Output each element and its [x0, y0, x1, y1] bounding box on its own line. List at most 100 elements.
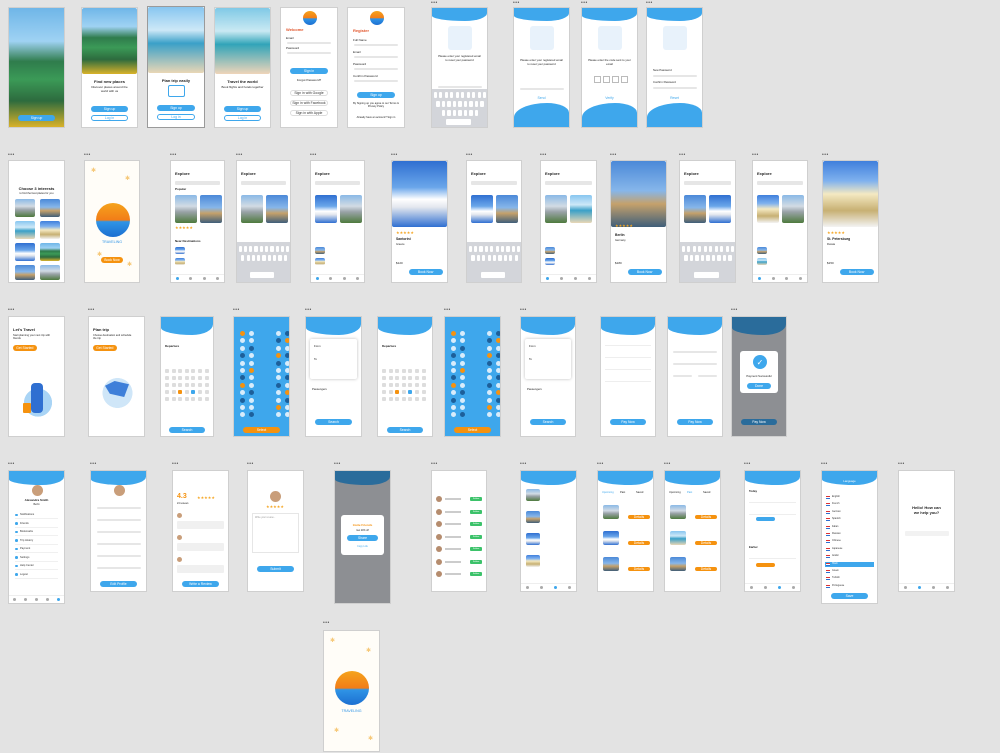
trip-thumb[interactable] — [670, 531, 686, 545]
calendar-day[interactable] — [382, 390, 386, 394]
calendar-day[interactable] — [408, 369, 413, 373]
near-thumb[interactable] — [545, 247, 555, 254]
keyboard[interactable] — [467, 242, 521, 282]
calendar-day[interactable] — [388, 369, 393, 373]
calendar-day[interactable] — [198, 369, 202, 373]
seat[interactable] — [496, 368, 500, 373]
seat[interactable] — [451, 375, 456, 381]
seat[interactable] — [496, 412, 500, 418]
trip-thumb[interactable] — [603, 531, 619, 545]
calendar-day[interactable] — [165, 376, 169, 380]
search-icon[interactable] — [771, 277, 775, 280]
seat[interactable] — [487, 412, 492, 418]
trip-details-button[interactable]: Details — [628, 567, 650, 571]
seat[interactable] — [276, 412, 281, 418]
signin-link[interactable]: Already have an account? Sign in — [348, 116, 404, 119]
frame-menu-icon[interactable]: ••• — [170, 152, 177, 158]
calendar-day[interactable] — [204, 397, 209, 401]
calendar-day[interactable] — [395, 397, 400, 401]
profile-menu-item[interactable]: Help Center — [15, 564, 58, 570]
cvv-field[interactable] — [697, 375, 717, 377]
calendar-day[interactable] — [171, 397, 176, 401]
seat[interactable] — [249, 338, 254, 344]
seat[interactable] — [240, 382, 245, 388]
language-item[interactable]: Greek — [825, 569, 874, 575]
seat[interactable] — [249, 353, 254, 359]
calendar-day[interactable] — [178, 390, 183, 394]
heart-icon[interactable] — [573, 277, 577, 280]
seat[interactable] — [487, 405, 492, 410]
seat[interactable] — [460, 345, 465, 351]
calendar-day[interactable] — [408, 376, 413, 380]
seat[interactable] — [285, 397, 289, 403]
frame-menu-icon[interactable]: ••• — [334, 461, 341, 467]
avatar[interactable] — [114, 485, 125, 496]
rating-stars-icon[interactable]: ★★★★★ — [266, 504, 284, 509]
frame-menu-icon[interactable]: ••• — [8, 307, 15, 313]
seat[interactable] — [460, 375, 465, 381]
seat[interactable] — [276, 382, 281, 388]
frame-menu-icon[interactable]: ••• — [233, 307, 240, 313]
seat[interactable] — [451, 345, 456, 351]
seat[interactable] — [276, 405, 281, 410]
calendar-day[interactable] — [395, 383, 400, 387]
calendar-day[interactable] — [415, 369, 419, 373]
seat[interactable] — [249, 382, 254, 388]
calendar-day[interactable] — [395, 369, 400, 373]
email-field[interactable] — [286, 42, 332, 44]
frame-menu-icon[interactable]: ••• — [431, 461, 438, 467]
avatar[interactable] — [32, 485, 43, 496]
saved-thumb[interactable] — [526, 555, 540, 567]
language-item[interactable]: French — [825, 502, 874, 508]
seat[interactable] — [276, 338, 281, 344]
profile-menu-item[interactable]: Notifications — [15, 513, 58, 519]
calendar-day[interactable] — [415, 390, 419, 394]
calendar-day[interactable] — [401, 376, 406, 380]
code-digit-4[interactable] — [621, 76, 628, 83]
calendar-day[interactable] — [178, 383, 183, 387]
trip-thumb[interactable] — [670, 557, 686, 571]
seat[interactable] — [451, 382, 456, 388]
calendar-day[interactable] — [421, 390, 426, 394]
seat[interactable] — [285, 375, 289, 381]
home-icon[interactable] — [13, 598, 16, 601]
seat[interactable] — [487, 338, 492, 344]
calendar-day[interactable] — [204, 376, 209, 380]
seat[interactable] — [249, 390, 254, 396]
card-name-field[interactable] — [673, 363, 717, 365]
calendar-day[interactable] — [401, 397, 406, 401]
language-item[interactable]: English — [825, 495, 874, 501]
frame-menu-icon[interactable]: ••• — [88, 307, 95, 313]
seat[interactable] — [487, 360, 492, 366]
seat[interactable] — [276, 353, 281, 359]
trip-thumb[interactable] — [603, 505, 619, 519]
calendar-day[interactable] — [401, 390, 406, 394]
seat[interactable] — [240, 368, 245, 373]
phone-field[interactable] — [96, 543, 141, 545]
home-icon[interactable] — [904, 586, 908, 589]
seat[interactable] — [496, 338, 500, 344]
search-input[interactable] — [545, 181, 592, 185]
select-seat-button[interactable]: Select — [242, 427, 281, 433]
frame-menu-icon[interactable]: ••• — [520, 461, 527, 467]
calendar-day[interactable] — [382, 397, 386, 401]
calendar-day[interactable] — [382, 376, 386, 380]
seat[interactable] — [451, 331, 456, 336]
calendar-day[interactable] — [382, 369, 386, 373]
calendar-day[interactable] — [191, 369, 196, 373]
calendar-day[interactable] — [408, 383, 413, 387]
new-password-field[interactable] — [652, 75, 697, 77]
frame-menu-icon[interactable]: ••• — [540, 152, 547, 158]
seat[interactable] — [487, 345, 492, 351]
confirm-password-field[interactable] — [652, 87, 697, 89]
profile-icon[interactable] — [791, 586, 795, 589]
profile-menu-item[interactable]: Trip History — [15, 539, 58, 545]
seat[interactable] — [496, 390, 500, 396]
payment-option[interactable] — [605, 341, 651, 346]
place-card[interactable] — [471, 195, 493, 223]
calendar-day[interactable] — [388, 376, 393, 380]
calendar-day[interactable] — [382, 383, 386, 387]
profile-icon[interactable] — [567, 586, 571, 589]
keyboard[interactable] — [237, 242, 290, 282]
language-item[interactable]: Spanish — [825, 517, 874, 523]
